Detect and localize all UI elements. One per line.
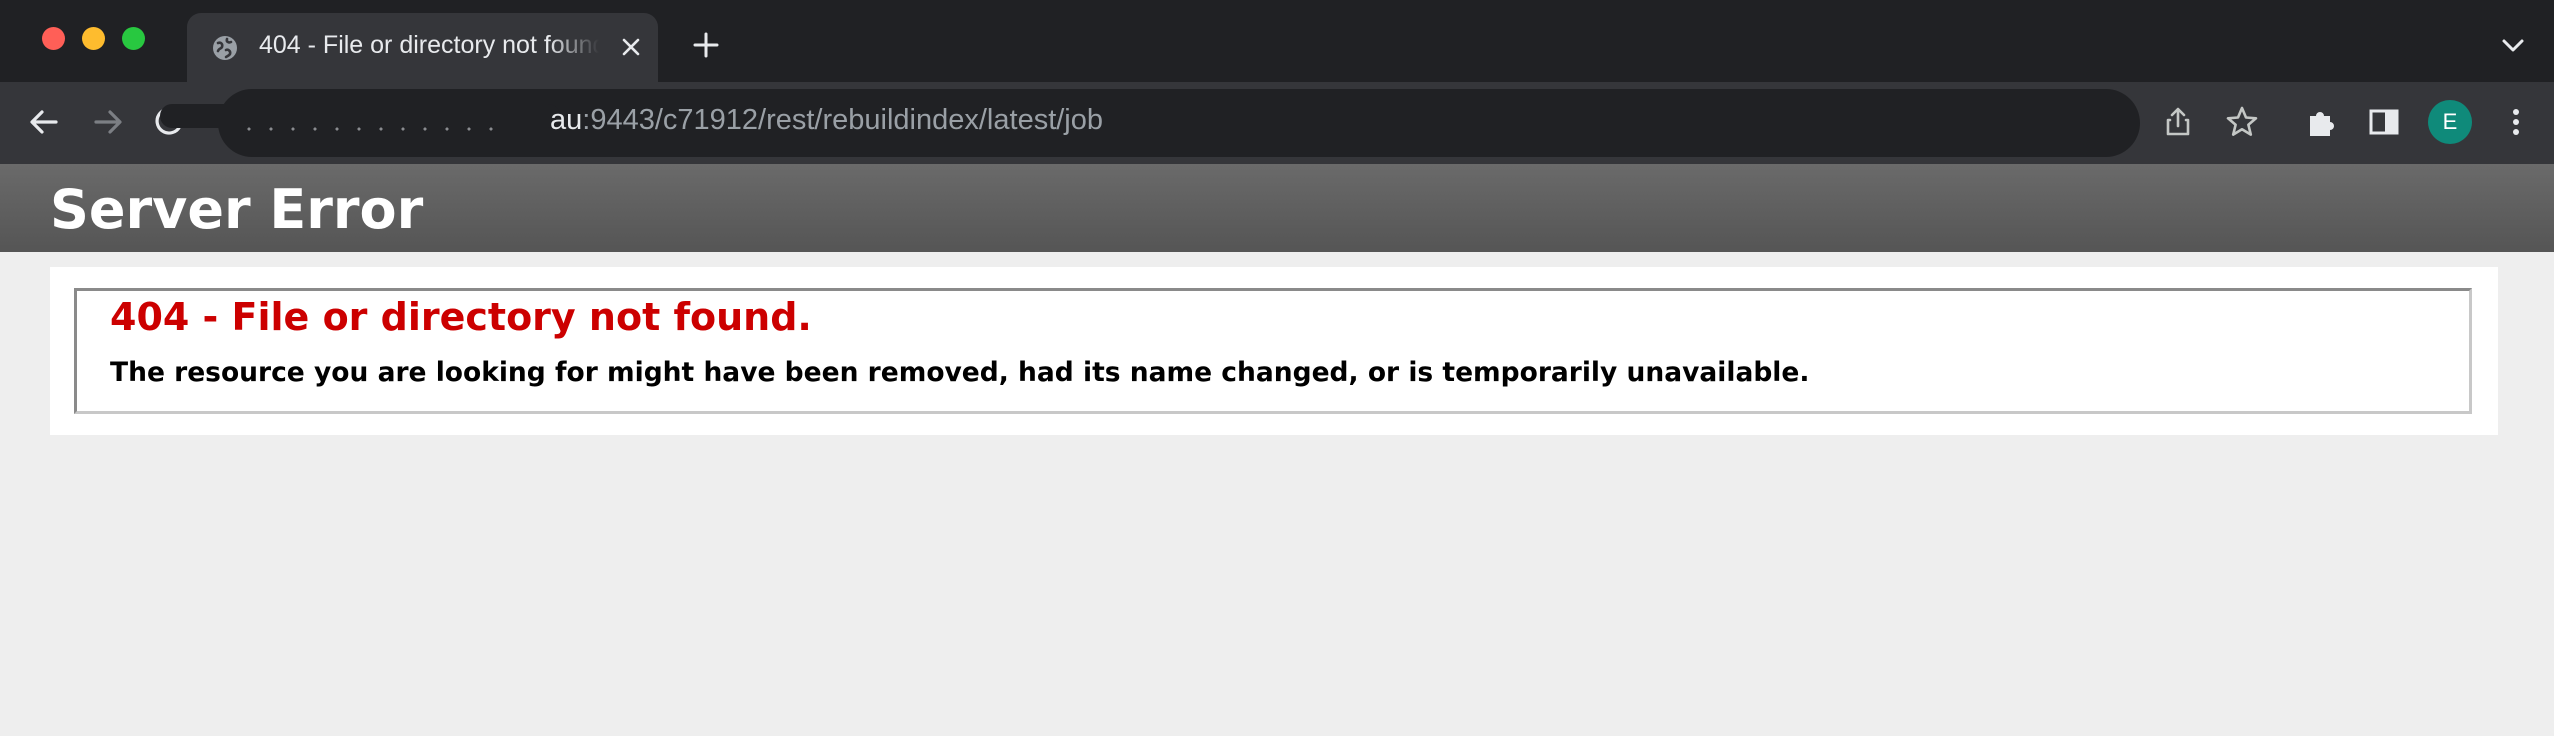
close-icon[interactable] (619, 35, 643, 59)
window-minimize-button[interactable] (82, 27, 105, 50)
puzzle-icon[interactable] (2304, 104, 2340, 140)
error-title: 404 - File or directory not found. (110, 295, 812, 339)
arrow-right-icon[interactable] (90, 104, 126, 140)
url-redaction-dots (238, 126, 508, 132)
share-icon[interactable] (2160, 104, 2196, 140)
tab-title: 404 - File or directory not found. (259, 31, 599, 59)
url-path: :9443/c71912/rest/rebuildindex/latest/jo… (582, 104, 1104, 136)
window-close-button[interactable] (42, 27, 65, 50)
url-redaction (160, 104, 560, 128)
browser-tabstrip: 404 - File or directory not found. (0, 0, 2554, 82)
window-maximize-button[interactable] (122, 27, 145, 50)
new-tab-plus-icon[interactable] (692, 31, 720, 59)
kebab-menu-icon[interactable] (2498, 104, 2534, 140)
profile-avatar[interactable]: E (2428, 100, 2472, 144)
chevron-down-icon[interactable] (2500, 35, 2526, 55)
arrow-left-icon[interactable] (26, 104, 62, 140)
tab-active[interactable]: 404 - File or directory not found. (187, 13, 658, 82)
page-header: Server Error (0, 164, 2554, 252)
url-text[interactable]: au:9443/c71912/rest/rebuildindex/latest/… (550, 104, 1103, 137)
globe-icon (213, 36, 237, 60)
page-title: Server Error (50, 178, 424, 241)
side-panel-icon[interactable] (2366, 104, 2402, 140)
content-panel: 404 - File or directory not found. The r… (50, 267, 2498, 435)
star-icon[interactable] (2224, 104, 2260, 140)
error-message: The resource you are looking for might h… (110, 357, 1810, 388)
error-fieldset: 404 - File or directory not found. The r… (74, 288, 2472, 414)
url-host-tail: au (550, 104, 583, 136)
